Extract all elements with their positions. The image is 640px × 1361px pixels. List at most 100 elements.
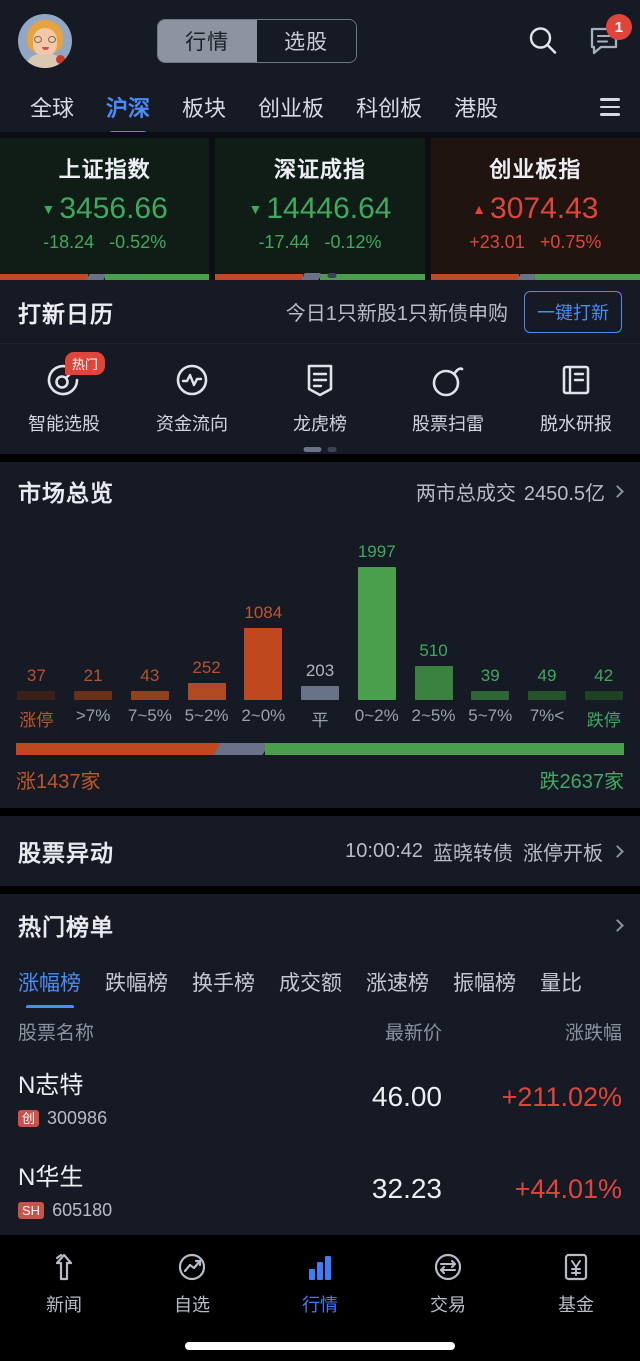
ipo-feature-panel: 打新日历 今日1只新股1只新债申购 一键打新 热门 智能选股 资金流向 龙虎榜 …: [0, 280, 640, 454]
market-overview-header[interactable]: 市场总览 两市总成交 2450.5亿: [0, 462, 640, 520]
feature-label: 脱水研报: [540, 414, 612, 434]
index-name: 上证指数: [58, 157, 151, 182]
feature-capital-flow[interactable]: 资金流向: [128, 358, 256, 448]
tab-amplitude[interactable]: 振幅榜: [453, 967, 516, 997]
segment-screener[interactable]: 选股: [256, 20, 356, 62]
feature-label: 资金流向: [156, 414, 228, 434]
message-icon[interactable]: 1: [588, 14, 632, 58]
nav-item-global[interactable]: 全球: [14, 91, 90, 123]
tab-volratio[interactable]: 量比: [540, 967, 582, 997]
index-change: -17.44: [258, 232, 310, 252]
nav-item-hk[interactable]: 港股: [438, 91, 514, 123]
chart-bar-column: 1997: [348, 520, 405, 700]
avatar-glasses-icon: [34, 36, 56, 43]
capital-flow-icon: [170, 358, 214, 402]
feature-shortcuts: 热门 智能选股 资金流向 龙虎榜 股票扫雷 脱水研报: [0, 344, 640, 454]
feature-dragon-tiger-list[interactable]: 龙虎榜: [256, 358, 384, 448]
search-icon[interactable]: [526, 24, 560, 58]
stock-change: +44.01%: [514, 1173, 622, 1204]
watchlist-trend-icon: [175, 1250, 209, 1284]
market-tag: SH: [18, 1202, 45, 1219]
feature-research-report[interactable]: 脱水研报: [512, 358, 640, 448]
stock-alert-row[interactable]: 股票异动 10:00:42 蓝晓转债 涨停开板: [0, 816, 640, 886]
user-avatar[interactable]: [18, 14, 72, 68]
feature-stock-minesweeper[interactable]: 股票扫雷: [384, 358, 512, 448]
distribution-bar-chart: 37 21 43 252 1084 203 1997 510 39 49 42: [0, 520, 640, 700]
nav-item-star[interactable]: 科创板: [340, 91, 438, 123]
index-arrow-down-icon: ▼: [248, 201, 263, 217]
hot-list-header[interactable]: 热门榜单: [0, 894, 640, 956]
nav-item-chinext[interactable]: 创业板: [242, 91, 340, 123]
bottom-nav-market[interactable]: 行情: [256, 1250, 384, 1317]
nav-item-sector[interactable]: 板块: [166, 91, 242, 123]
feature-smart-stock-picker[interactable]: 热门 智能选股: [0, 352, 128, 448]
chart-bar: [414, 666, 453, 700]
stock-code-group: 创 300986: [18, 1108, 272, 1129]
ratio-up-segment: [16, 743, 223, 755]
index-card-shanghai[interactable]: 上证指数 ▼ 3456.66 -18.24 -0.52%: [0, 138, 210, 280]
bottom-nav-trade[interactable]: 交易: [384, 1250, 512, 1317]
hot-list-title: 热门榜单: [18, 914, 114, 940]
stock-alert-detail: 10:00:42 蓝晓转债 涨停开板: [345, 837, 624, 866]
stock-name-cell: N华生 SH 605180: [18, 1157, 272, 1221]
index-card-chinext[interactable]: 创业板指 ▲ 3074.43 +23.01 +0.75%: [430, 138, 640, 280]
stock-name: N华生: [18, 1164, 84, 1191]
turnover-value: 2450.5亿: [523, 482, 605, 505]
index-value: 3456.66: [59, 192, 168, 225]
tab-speed[interactable]: 涨速榜: [366, 967, 429, 997]
tab-turnover[interactable]: 换手榜: [192, 967, 255, 997]
bottom-nav-label: 行情: [302, 1294, 338, 1315]
chart-x-tick: 2~5%: [411, 706, 456, 725]
view-segmented-control[interactable]: 行情 选股: [156, 19, 357, 63]
chart-bar-column: 510: [405, 520, 462, 700]
bottom-nav-label: 交易: [430, 1294, 466, 1315]
bottom-nav-label: 基金: [558, 1294, 594, 1315]
nav-item-hushen[interactable]: 沪深: [90, 91, 166, 123]
chart-bar-value: 39: [480, 666, 500, 685]
one-click-ipo-button[interactable]: 一键打新: [524, 290, 622, 333]
ratio-flat-segment: [213, 743, 269, 755]
chart-bar-column: 39: [462, 520, 519, 700]
index-change: +23.01: [469, 232, 525, 252]
section-divider: [0, 886, 640, 894]
chart-bar-value: 43: [140, 666, 160, 685]
chart-bar: [244, 628, 283, 700]
top-bar: 行情 选股 1: [0, 0, 640, 82]
news-arrow-icon: [47, 1250, 81, 1284]
chart-bar: [527, 691, 566, 700]
alert-event: 涨停开板: [523, 842, 603, 865]
chart-bar-column: 1084: [235, 520, 292, 700]
stock-code: 300986: [47, 1108, 108, 1128]
stock-minesweeper-icon: [426, 358, 470, 402]
bottom-nav-watchlist[interactable]: 自选: [128, 1250, 256, 1317]
chart-bar: [584, 691, 623, 700]
tab-gainers[interactable]: 涨幅榜: [18, 967, 81, 997]
index-card-shenzhen[interactable]: 深证成指 ▼ 14446.64 -17.44 -0.12%: [215, 138, 425, 280]
chart-bar-value: 1997: [357, 542, 396, 561]
chart-bar-value: 510: [419, 641, 448, 660]
chart-x-tick: 2~0%: [241, 706, 286, 725]
table-row[interactable]: N华生 SH 605180 32.23 +44.01%: [0, 1143, 640, 1235]
index-percent: -0.12%: [324, 232, 382, 252]
chevron-right-icon[interactable]: [611, 918, 624, 932]
bottom-nav-news[interactable]: 新闻: [0, 1250, 128, 1317]
turnover-label: 两市总成交: [415, 482, 516, 505]
chart-bar-value: 1084: [244, 603, 283, 622]
chart-bar: [187, 683, 226, 700]
ipo-calendar-row[interactable]: 打新日历 今日1只新股1只新债申购 一键打新: [0, 280, 640, 344]
index-change-group: -17.44 -0.12%: [215, 232, 424, 253]
chart-bar: [17, 691, 56, 700]
chart-bar: [130, 691, 169, 700]
index-cards-carousel[interactable]: 上证指数 ▼ 3456.66 -18.24 -0.52% 深证成指 ▼ 1444…: [0, 132, 640, 280]
research-report-icon: [554, 358, 598, 402]
chart-bar-column: 37: [8, 520, 65, 700]
tab-amount[interactable]: 成交额: [279, 967, 342, 997]
hamburger-icon[interactable]: [600, 98, 626, 116]
category-nav: 全球 沪深 板块 创业板 科创板 港股: [0, 82, 640, 132]
index-change-group: +23.01 +0.75%: [431, 232, 640, 253]
bottom-nav-fund[interactable]: 基金: [512, 1250, 640, 1317]
table-row[interactable]: N志特 创 300986 46.00 +211.02%: [0, 1051, 640, 1143]
segment-market[interactable]: 行情: [157, 20, 257, 62]
section-divider: [0, 454, 640, 462]
tab-losers[interactable]: 跌幅榜: [105, 967, 168, 997]
